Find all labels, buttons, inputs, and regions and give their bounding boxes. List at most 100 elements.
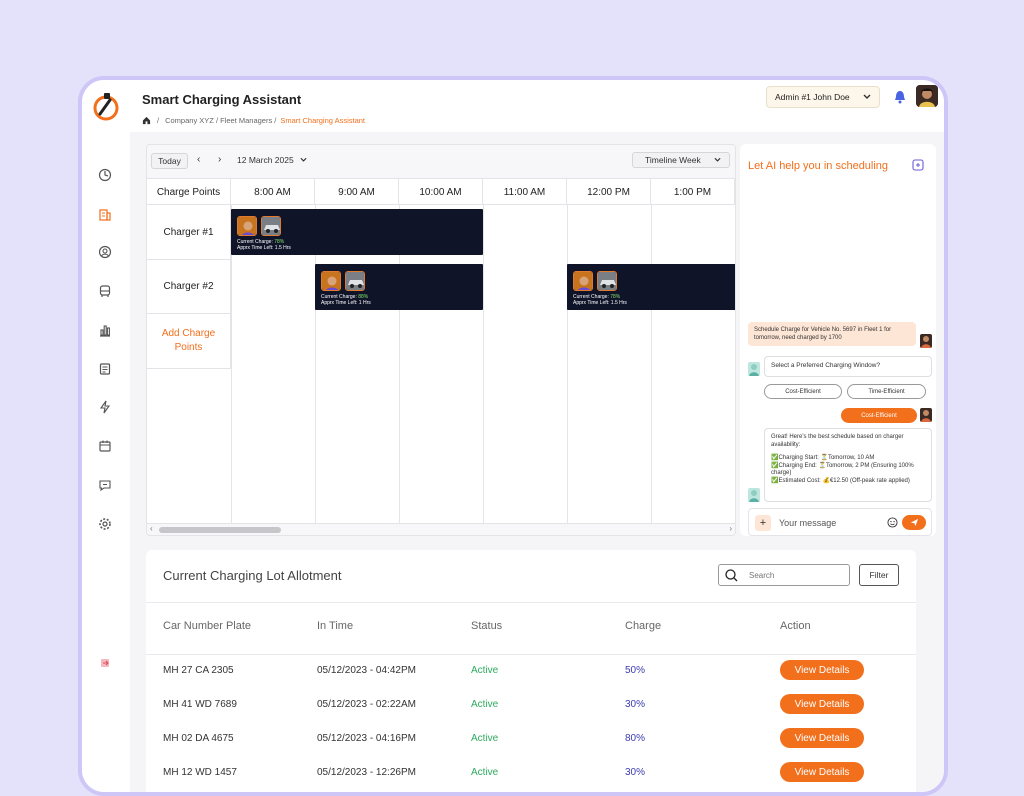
emoji-icon[interactable] — [887, 517, 898, 528]
horizontal-scrollbar[interactable]: ‹ › — [147, 523, 735, 535]
cell-status: Active — [471, 699, 499, 710]
time-left-label: Apprx Time Left: — [321, 300, 358, 306]
ai-panel-title: Let AI help you in scheduling — [748, 160, 889, 172]
view-details-button[interactable]: View Details — [780, 694, 864, 714]
user-select[interactable]: Admin #1 John Doe — [766, 86, 880, 108]
vehicle-image — [345, 271, 365, 291]
building-icon[interactable] — [98, 207, 112, 221]
user-icon[interactable] — [98, 245, 112, 259]
column-header: Car Number Plate — [163, 620, 252, 632]
bot-avatar — [748, 362, 760, 376]
cell-plate: MH 12 WD 1457 — [163, 767, 237, 778]
new-chat-icon[interactable] — [912, 159, 924, 171]
cell-charge: 30% — [625, 699, 646, 710]
chevron-down-icon — [863, 94, 871, 99]
view-details-button[interactable]: View Details — [780, 728, 864, 748]
chart-icon[interactable] — [98, 323, 112, 337]
driver-avatar — [237, 216, 257, 236]
driver-avatar — [321, 271, 341, 291]
view-details-button[interactable]: View Details — [780, 660, 864, 680]
send-button[interactable] — [902, 515, 926, 530]
row-charger-2: Charger #2 — [147, 260, 231, 314]
chat-icon[interactable] — [98, 478, 112, 492]
vehicle-image — [261, 216, 281, 236]
search-input[interactable] — [749, 567, 845, 583]
logo-icon — [93, 93, 119, 121]
date-picker[interactable]: 12 March 2025 — [237, 155, 307, 165]
timeline-grid: Charger #1 Charger #2 Add Charge Points … — [147, 205, 735, 523]
scroll-right-icon[interactable]: › — [729, 524, 732, 533]
time-slot: 10:00 AM — [399, 179, 483, 205]
vehicle-icon[interactable] — [98, 284, 112, 298]
user-select-label: Admin #1 John Doe — [775, 92, 850, 102]
plus-icon[interactable]: + — [755, 515, 771, 531]
time-header: Charge Points 8:00 AM 9:00 AM 10:00 AM 1… — [147, 179, 735, 205]
corner-label: Charge Points — [147, 179, 231, 205]
breadcrumb: / Company XYZ / Fleet Managers / Smart C… — [142, 116, 365, 125]
app-title: Smart Charging Assistant — [142, 92, 302, 107]
cell-charge: 80% — [625, 733, 646, 744]
view-details-button[interactable]: View Details — [780, 762, 864, 782]
option-cost-efficient[interactable]: Cost-Efficient — [764, 384, 842, 399]
logout-icon[interactable] — [98, 656, 112, 670]
scrollbar-thumb[interactable] — [159, 527, 281, 533]
app-frame: Smart Charging Assistant / Company XYZ /… — [78, 76, 948, 796]
time-slot: 8:00 AM — [231, 179, 315, 205]
time-slot: 12:00 PM — [567, 179, 651, 205]
send-icon — [910, 518, 918, 527]
grid-line — [483, 205, 484, 523]
time-slot: 1:00 PM — [651, 179, 735, 205]
reply-end: ✅Charging End: ⏳Tomorrow, 2 PM (Ensuring… — [771, 462, 914, 477]
avatar[interactable] — [916, 85, 938, 107]
option-time-efficient[interactable]: Time-Efficient — [847, 384, 926, 399]
bell-icon[interactable] — [894, 90, 906, 104]
grid-line — [567, 205, 568, 523]
search-icon — [725, 569, 738, 582]
scheduler-toolbar: Today ‹ › 12 March 2025 Timeline Week — [147, 145, 735, 179]
scroll-left-icon[interactable]: ‹ — [150, 524, 153, 533]
calendar-icon[interactable] — [98, 439, 112, 453]
breadcrumb-current: Smart Charging Assistant — [280, 116, 366, 125]
document-icon[interactable] — [98, 362, 112, 376]
divider — [146, 654, 916, 655]
bot-avatar — [748, 488, 760, 502]
cell-status: Active — [471, 733, 499, 744]
ai-assistant-panel: Let AI help you in scheduling Schedule C… — [740, 144, 936, 536]
next-arrow-icon[interactable]: › — [218, 154, 221, 165]
column-header: In Time — [317, 620, 354, 632]
bot-question: Select a Preferred Charging Window? — [764, 356, 932, 377]
dashboard-icon[interactable] — [98, 168, 112, 182]
filter-button[interactable]: Filter — [859, 564, 899, 586]
event-info: Current Charge: 78% Apprx Time Left: 1.5… — [237, 239, 477, 251]
today-button[interactable]: Today — [151, 153, 188, 169]
breadcrumb-path[interactable]: Company XYZ / Fleet Managers / — [165, 116, 276, 125]
view-select[interactable]: Timeline Week — [632, 152, 730, 168]
main-content: Today ‹ › 12 March 2025 Timeline Week Ch… — [130, 132, 944, 792]
driver-avatar — [573, 271, 593, 291]
cell-status: Active — [471, 665, 499, 676]
charging-event[interactable]: Current Charge: 88% Apprx Time Left: 1 H… — [315, 264, 483, 310]
cell-charge: 30% — [625, 767, 646, 778]
home-icon[interactable] — [142, 116, 151, 125]
charging-event[interactable]: Current Charge: 78% Apprx Time Left: 1.5… — [567, 264, 735, 310]
date-label: 12 March 2025 — [237, 155, 294, 165]
message-input[interactable]: Your message — [779, 518, 836, 528]
settings-icon[interactable] — [98, 517, 112, 531]
add-charge-points-link[interactable]: Add Charge Points — [147, 314, 231, 369]
time-left-value: 1 Hrs — [358, 300, 371, 306]
prev-arrow-icon[interactable]: ‹ — [197, 154, 200, 165]
event-info: Current Charge: 78% Apprx Time Left: 1.5… — [573, 294, 731, 306]
grid-line — [651, 205, 652, 523]
user-message: Schedule Charge for Vehicle No. 5697 in … — [748, 322, 916, 346]
column-header: Action — [780, 620, 811, 632]
time-left-value: 1.5 Hrs — [274, 245, 291, 251]
lightning-icon[interactable] — [98, 400, 112, 414]
cell-time: 05/12/2023 - 04:42PM — [317, 665, 416, 676]
search-box — [718, 564, 850, 586]
charging-event[interactable]: Current Charge: 78% Apprx Time Left: 1.5… — [231, 209, 483, 255]
cell-plate: MH 02 DA 4675 — [163, 733, 234, 744]
cell-plate: MH 27 CA 2305 — [163, 665, 234, 676]
time-slot: 11:00 AM — [483, 179, 567, 205]
cell-plate: MH 41 WD 7689 — [163, 699, 237, 710]
view-select-label: Timeline Week — [645, 155, 701, 165]
